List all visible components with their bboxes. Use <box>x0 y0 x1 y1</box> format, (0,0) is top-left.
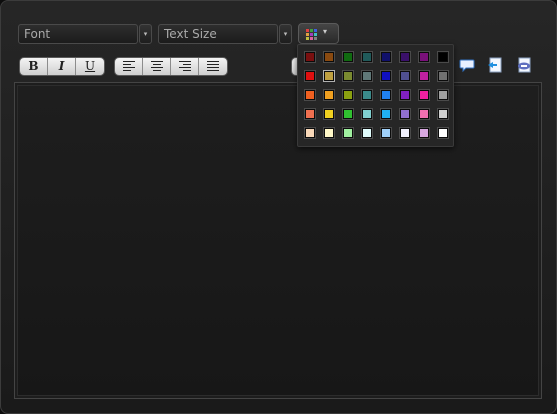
color-swatch[interactable] <box>304 127 316 139</box>
font-select[interactable]: Font <box>18 24 138 44</box>
editor-inner-border <box>17 85 539 396</box>
color-swatch[interactable] <box>304 108 316 120</box>
color-swatch[interactable] <box>437 127 449 139</box>
color-swatch[interactable] <box>342 108 354 120</box>
color-swatch[interactable] <box>342 127 354 139</box>
text-size-select[interactable]: Text Size <box>158 24 278 44</box>
color-swatch[interactable] <box>342 70 354 82</box>
color-swatch[interactable] <box>418 108 430 120</box>
color-swatch[interactable] <box>399 51 411 63</box>
color-swatch[interactable] <box>342 89 354 101</box>
align-justify-icon <box>207 61 219 72</box>
text-size-select-arrow[interactable]: ▾ <box>279 24 292 44</box>
align-left-icon <box>122 61 135 72</box>
color-swatch[interactable] <box>418 127 430 139</box>
italic-button[interactable]: I <box>48 58 76 75</box>
color-swatch[interactable] <box>304 51 316 63</box>
color-swatch[interactable] <box>418 51 430 63</box>
bold-button[interactable]: B <box>20 58 48 75</box>
color-swatch[interactable] <box>380 89 392 101</box>
format-button-group: B I U <box>19 57 105 76</box>
color-swatch[interactable] <box>304 70 316 82</box>
color-swatch[interactable] <box>323 51 335 63</box>
color-swatch[interactable] <box>418 89 430 101</box>
color-swatch[interactable] <box>437 108 449 120</box>
align-center-button[interactable] <box>143 58 171 75</box>
color-swatch[interactable] <box>399 108 411 120</box>
color-swatch[interactable] <box>380 127 392 139</box>
editor-content-area[interactable] <box>14 82 542 399</box>
color-swatch[interactable] <box>323 89 335 101</box>
chevron-down-icon: ▾ <box>323 27 328 36</box>
color-swatch[interactable] <box>323 127 335 139</box>
color-swatch[interactable] <box>361 108 373 120</box>
color-swatch[interactable] <box>437 89 449 101</box>
color-swatch[interactable] <box>380 70 392 82</box>
php-icon[interactable] <box>516 57 532 73</box>
color-swatch[interactable] <box>361 70 373 82</box>
chevron-down-icon: ▾ <box>143 30 148 38</box>
color-swatch[interactable] <box>399 127 411 139</box>
text-size-select-value: Text Size <box>164 27 217 41</box>
speech-bubble-icon[interactable] <box>459 57 475 73</box>
chevron-down-icon: ▾ <box>283 30 288 38</box>
align-right-icon <box>178 61 191 72</box>
color-swatch[interactable] <box>323 108 335 120</box>
color-swatch[interactable] <box>437 70 449 82</box>
color-swatch[interactable] <box>399 70 411 82</box>
color-swatch[interactable] <box>437 51 449 63</box>
color-grid-icon <box>306 29 317 40</box>
insert-link-icon[interactable] <box>487 57 503 73</box>
text-color-button[interactable]: ▾ <box>298 23 339 44</box>
align-left-button[interactable] <box>115 58 143 75</box>
color-swatch[interactable] <box>361 89 373 101</box>
align-justify-button[interactable] <box>199 58 227 75</box>
color-swatch[interactable] <box>380 51 392 63</box>
underline-button[interactable]: U <box>76 58 104 75</box>
color-swatch[interactable] <box>304 89 316 101</box>
align-center-icon <box>150 61 163 72</box>
font-select-arrow[interactable]: ▾ <box>139 24 152 44</box>
color-swatch[interactable] <box>399 89 411 101</box>
color-swatch[interactable] <box>361 51 373 63</box>
color-swatch[interactable] <box>418 70 430 82</box>
align-right-button[interactable] <box>171 58 199 75</box>
color-swatch[interactable] <box>342 51 354 63</box>
color-swatch[interactable] <box>323 70 335 82</box>
font-select-value: Font <box>24 27 51 41</box>
color-palette-dropdown <box>297 44 454 147</box>
align-button-group <box>114 57 228 76</box>
color-swatch[interactable] <box>380 108 392 120</box>
color-swatch[interactable] <box>361 127 373 139</box>
